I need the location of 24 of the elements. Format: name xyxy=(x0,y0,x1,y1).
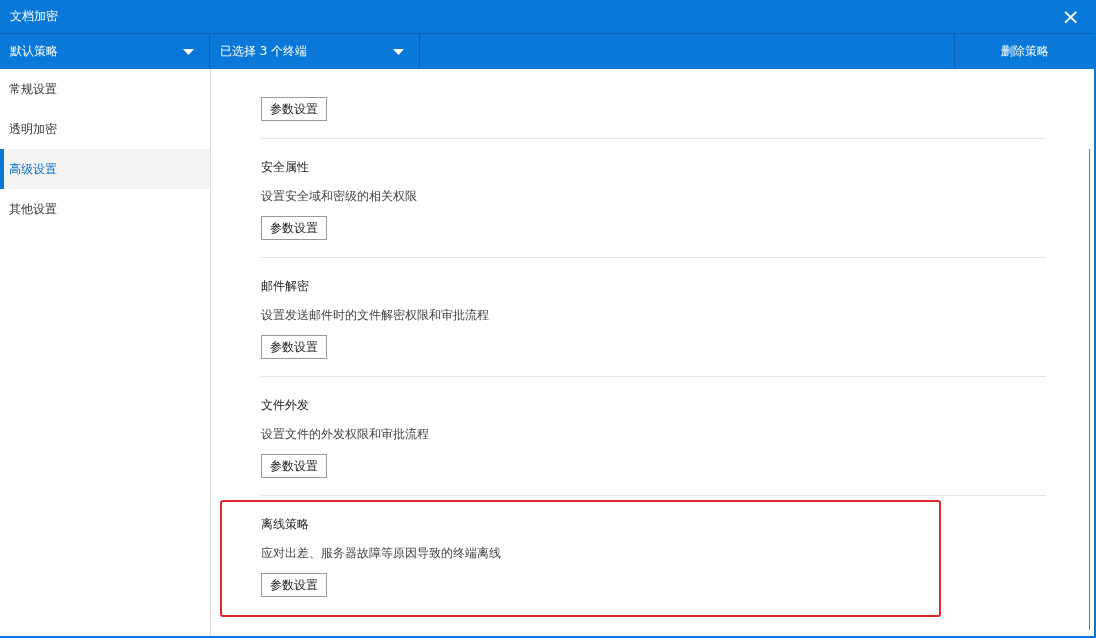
settings-button[interactable]: 参数设置 xyxy=(261,454,327,478)
delete-policy-button[interactable]: 删除策略 xyxy=(954,34,1094,69)
sidebar-item[interactable]: 高级设置 xyxy=(0,149,210,189)
caret-icon xyxy=(183,48,194,55)
settings-button[interactable]: 参数设置 xyxy=(261,335,327,359)
sidebar-item[interactable]: 常规设置 xyxy=(0,69,210,109)
terminal-dropdown[interactable]: 已选择 3 个终端 xyxy=(210,34,420,69)
scrollbar[interactable] xyxy=(1089,149,1090,630)
section-description: 设置文件的外发权限和审批流程 xyxy=(261,426,429,443)
section-description: 设置发送邮件时的文件解密权限和审批流程 xyxy=(261,307,489,324)
window-title: 文档加密 xyxy=(10,8,58,25)
section-description: 应对出差、服务器故障等原因导致的终端离线 xyxy=(261,545,501,562)
section-title: 离线策略 xyxy=(261,516,309,533)
close-button[interactable]: × xyxy=(1057,5,1084,28)
settings-button[interactable]: 参数设置 xyxy=(261,573,327,597)
settings-button[interactable]: 参数设置 xyxy=(261,216,327,240)
section-title: 安全属性 xyxy=(261,159,309,176)
sidebar-item[interactable]: 透明加密 xyxy=(0,109,210,149)
sidebar-item[interactable]: 其他设置 xyxy=(0,189,210,229)
section-title: 邮件解密 xyxy=(261,278,309,295)
section-title: 文件外发 xyxy=(261,397,309,414)
section-description: 设置安全域和密级的相关权限 xyxy=(261,188,417,205)
caret-icon xyxy=(393,48,404,55)
settings-button[interactable]: 参数设置 xyxy=(261,97,327,121)
